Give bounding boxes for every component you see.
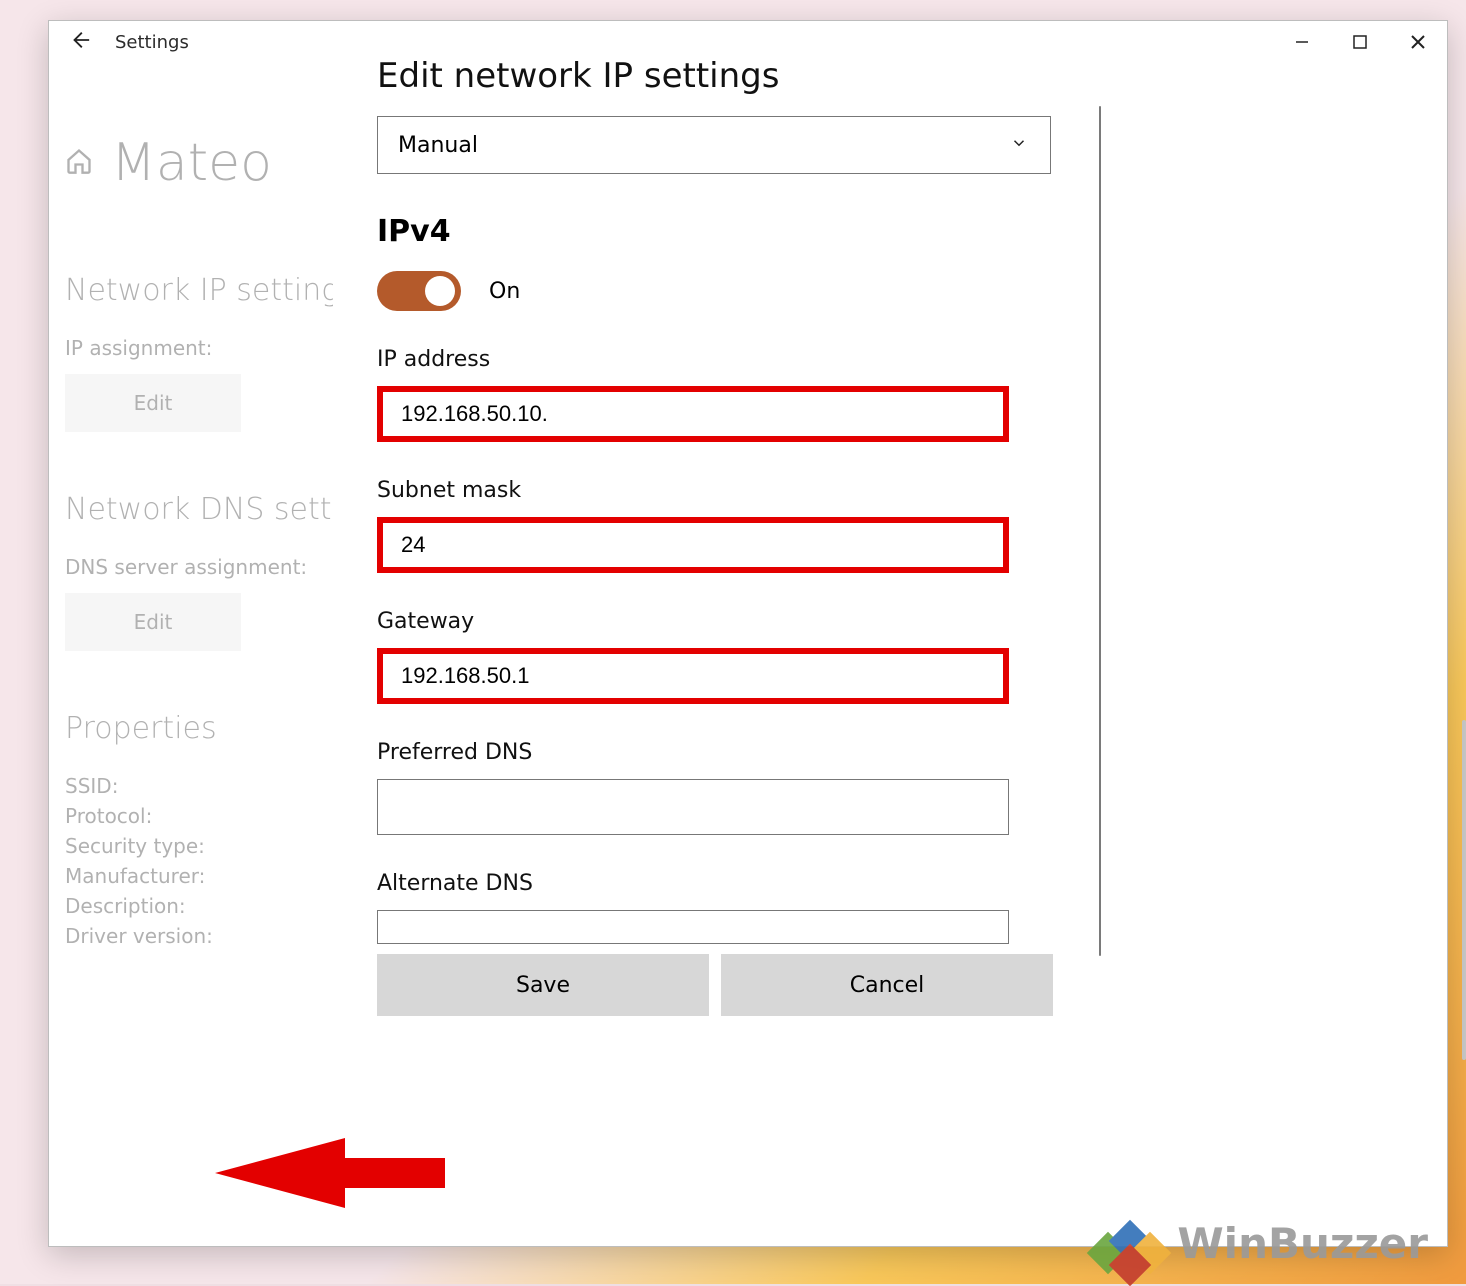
dialog-scrollbar[interactable] [1099,106,1101,956]
scrollbar[interactable] [1462,720,1466,1060]
subnet-label: Subnet mask [377,478,1067,503]
edit-button-ip[interactable]: Edit [65,374,241,432]
user-name: Mateo [111,133,272,193]
cancel-button[interactable]: Cancel [721,954,1053,1016]
maximize-icon[interactable] [1331,21,1389,63]
ip-address-label: IP address [377,347,1067,372]
chevron-down-icon [1010,134,1028,156]
annotation-arrow [215,1128,445,1222]
ip-mode-value: Manual [398,133,478,158]
subnet-field-block: Subnet mask [377,478,1067,573]
ipv4-heading: IPv4 [377,214,1067,249]
watermark-text: WinBuzzer [1177,1219,1428,1268]
gateway-label: Gateway [377,609,1067,634]
save-button[interactable]: Save [377,954,709,1016]
ip-address-field-block: IP address [377,347,1067,442]
close-icon[interactable] [1389,21,1447,63]
gateway-field-block: Gateway [377,609,1067,704]
ipv4-toggle-label: On [489,279,520,304]
edit-button-dns[interactable]: Edit [65,593,241,651]
dialog-title: Edit network IP settings [377,56,1067,96]
pref-dns-input[interactable] [377,779,1009,835]
home-icon [65,147,93,179]
winbuzzer-logo-icon [1087,1208,1167,1278]
ip-mode-select[interactable]: Manual [377,116,1051,174]
subnet-input[interactable] [377,517,1009,573]
ip-address-input[interactable] [377,386,1009,442]
minimize-icon[interactable] [1273,21,1331,63]
back-icon[interactable] [69,29,91,55]
watermark: WinBuzzer [1087,1208,1428,1278]
app-title: Settings [115,32,189,53]
ipv4-toggle[interactable] [377,271,461,311]
edit-ip-dialog: Edit network IP settings Manual IPv4 On … [333,22,1111,1245]
alt-dns-label: Alternate DNS [377,871,1067,896]
pref-dns-field-block: Preferred DNS [377,740,1067,835]
alt-dns-input[interactable] [377,910,1009,944]
pref-dns-label: Preferred DNS [377,740,1067,765]
gateway-input[interactable] [377,648,1009,704]
settings-window: Settings Mateo Network IP settings IP as… [48,20,1448,1247]
alt-dns-field-block: Alternate DNS [377,871,1067,944]
